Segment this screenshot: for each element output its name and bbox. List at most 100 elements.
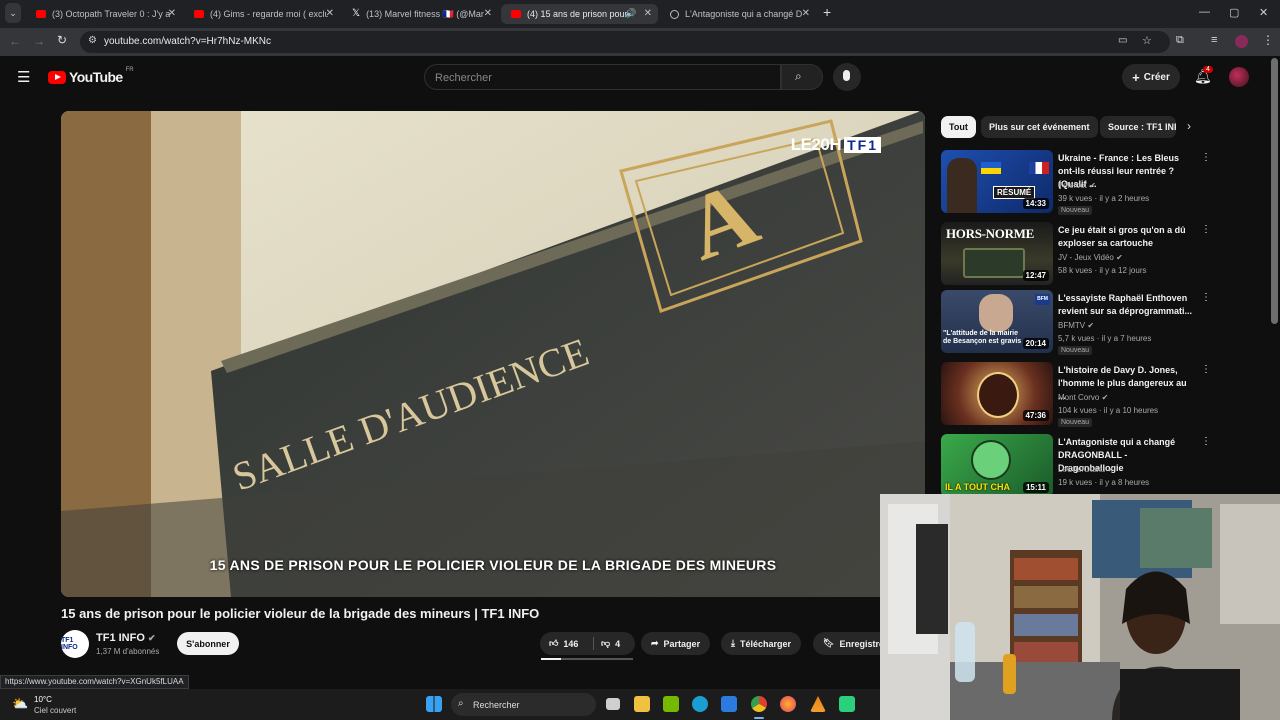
page-scrollbar[interactable] <box>1271 58 1278 324</box>
new-tab-plus-icon[interactable]: + <box>823 4 831 20</box>
download-button[interactable]: ⤓ Télécharger <box>721 632 802 655</box>
reload-icon[interactable]: ↻ <box>57 33 67 47</box>
tab-list-chevron-icon[interactable]: ⌄ <box>5 3 21 23</box>
voice-search-button[interactable] <box>833 63 861 91</box>
address-bar[interactable]: ⚙ youtube.com/watch?v=Hr7hNz-MKNc ▭ ☆ <box>80 31 1170 53</box>
subscribe-label: S'abonner <box>186 638 230 649</box>
youtube-favicon-icon <box>36 10 46 18</box>
chips-next-chevron-icon[interactable]: › <box>1187 119 1191 133</box>
video-player[interactable]: SALLE D'AUDIENCE A LE20H TF1 15 ANS DE P… <box>61 111 925 597</box>
recommendation-channel[interactable]: Mont Corvo ✔ <box>1058 393 1108 402</box>
recommendation-channel[interactable]: BFMTV ✔ <box>1058 321 1094 330</box>
recommendation-item[interactable]: IL A TOUT CHA 15:11 L'Antagoniste qui a … <box>941 434 1211 498</box>
dislike-button[interactable]: 👎︎ 4 <box>595 632 635 655</box>
cast-icon[interactable]: ▭ <box>1118 35 1127 46</box>
recommendation-channel[interactable]: Téléfoot ✔ <box>1058 181 1096 190</box>
subscribe-button[interactable]: S'abonner <box>177 632 239 655</box>
taskbar-search[interactable]: ⌕ Rechercher <box>451 693 596 716</box>
search-button[interactable]: ⌕ <box>781 64 823 90</box>
youtube-logo[interactable]: YouTube FR <box>48 67 134 85</box>
chip-source[interactable]: Source : TF1 INFO <box>1100 116 1176 138</box>
search-input[interactable]: Rechercher <box>424 64 781 90</box>
bookmark-star-icon[interactable]: ☆ <box>1142 34 1152 47</box>
chrome-icon[interactable] <box>751 696 767 712</box>
recommendation-channel[interactable]: LeChefOtaku ✔ <box>1058 465 1114 474</box>
edge-icon[interactable] <box>692 696 708 712</box>
account-avatar[interactable] <box>1229 67 1249 87</box>
close-tab-icon[interactable]: ✕ <box>484 8 492 19</box>
file-explorer-icon[interactable] <box>634 696 650 712</box>
forward-arrow-icon[interactable]: → <box>33 34 45 48</box>
create-button[interactable]: + Créer <box>1122 64 1180 90</box>
channel-avatar-text: TF1 INFO <box>61 637 78 651</box>
windows-start-icon[interactable] <box>426 696 442 712</box>
store-icon[interactable] <box>721 696 737 712</box>
more-options-icon[interactable]: ⋮ <box>1201 292 1211 303</box>
more-options-icon[interactable]: ⋮ <box>1201 224 1211 235</box>
browser-tab-3[interactable]: 𝕏 (13) Marvel fitness 🇫🇷 (@Marvel ✕ <box>342 4 498 24</box>
close-window-icon[interactable]: ✕ <box>1259 6 1268 19</box>
nvidia-icon[interactable] <box>663 696 679 712</box>
recommendation-title[interactable]: L'essayiste Raphaël Enthoven revient sur… <box>1058 292 1193 318</box>
video-thumbnail[interactable]: BFM "L'attitude de la mairie de Besançon… <box>941 290 1053 353</box>
close-tab-icon[interactable]: ✕ <box>326 8 334 19</box>
firefox-icon[interactable] <box>780 696 796 712</box>
link-hover-status: https://www.youtube.com/watch?v=XGnUk5fL… <box>0 675 189 689</box>
browser-tab-1[interactable]: (3) Octopath Traveler 0 : J'y ai Jo ✕ <box>26 4 182 24</box>
back-arrow-icon[interactable]: ← <box>9 34 21 48</box>
video-thumbnail[interactable]: RÉSUMÉ 14:33 <box>941 150 1053 213</box>
site-info-icon[interactable]: ⚙ <box>88 35 97 46</box>
like-button[interactable]: 👍︎ 146 <box>540 632 592 655</box>
recommendation-item[interactable]: BFM "L'attitude de la mairie de Besançon… <box>941 290 1211 355</box>
video-thumbnail[interactable]: 47:36 <box>941 362 1053 425</box>
browser-menu-icon[interactable]: ⋮ <box>1262 33 1274 47</box>
channel-name[interactable]: TF1 INFO ✔ <box>96 632 156 644</box>
profile-avatar[interactable] <box>1235 35 1248 48</box>
verified-check-icon: ✔ <box>1116 253 1123 262</box>
speaker-icon[interactable]: 🔊 <box>625 8 636 19</box>
channel-text: BFMTV <box>1058 321 1086 330</box>
search-icon: ⌕ <box>795 69 802 83</box>
extensions-icon[interactable]: ⧉ <box>1176 34 1184 47</box>
discord-game-icon[interactable] <box>839 696 855 712</box>
minimize-window-icon[interactable]: — <box>1199 6 1210 18</box>
vlc-icon[interactable] <box>810 696 826 712</box>
video-caption: 15 ANS DE PRISON POUR LE POLICIER VIOLEU… <box>209 557 777 573</box>
close-tab-icon[interactable]: ✕ <box>168 8 176 19</box>
download-arrow-icon: ⤓ <box>731 638 735 648</box>
more-options-icon[interactable]: ⋮ <box>1201 152 1211 163</box>
search-placeholder: Rechercher <box>435 72 492 84</box>
share-button[interactable]: ➦ Partager <box>641 632 711 655</box>
channel-text: Téléfoot <box>1058 181 1087 190</box>
chip-label: Plus sur cet événement <box>989 122 1090 132</box>
save-label: Enregistrer <box>839 638 880 649</box>
close-tab-icon[interactable]: ✕ <box>644 8 652 19</box>
recommendation-item[interactable]: HORS-NORME 12:47 Ce jeu était si gros qu… <box>941 222 1211 286</box>
youtube-favicon-icon <box>511 10 521 18</box>
youtube-favicon-icon <box>194 10 204 18</box>
recommendation-item[interactable]: RÉSUMÉ 14:33 Ukraine - France : Les Bleu… <box>941 150 1211 215</box>
browser-tab-5[interactable]: L'Antagoniste qui a changé DR ✕ <box>660 4 816 24</box>
maximize-window-icon[interactable]: ▢ <box>1229 6 1239 19</box>
channel-avatar[interactable]: TF1 INFO <box>61 630 89 658</box>
hamburger-menu-icon[interactable]: ☰ <box>17 68 30 86</box>
save-button[interactable]: 🔖︎ Enregistrer <box>813 632 880 655</box>
close-tab-icon[interactable]: ✕ <box>802 8 810 19</box>
more-options-icon[interactable]: ⋮ <box>1201 436 1211 447</box>
recommendation-title[interactable]: Ce jeu était si gros qu'on a dû exploser… <box>1058 224 1193 250</box>
channel-text: Mont Corvo <box>1058 393 1100 402</box>
recommendation-item[interactable]: 47:36 L'histoire de Davy D. Jones, l'hom… <box>941 362 1211 427</box>
weather-desc: Ciel couvert <box>34 706 77 715</box>
video-thumbnail[interactable]: IL A TOUT CHA 15:11 <box>941 434 1053 497</box>
weather-widget[interactable]: ⛅ 10°C Ciel couvert <box>10 693 110 717</box>
browser-tab-2[interactable]: (4) Gims - regarde moi ( exclu) ✕ <box>184 4 340 24</box>
browser-tab-4-active[interactable]: (4) 15 ans de prison pour le 🔊 ✕ <box>501 4 658 24</box>
more-options-icon[interactable]: ⋮ <box>1201 364 1211 375</box>
chip-all[interactable]: Tout <box>941 116 976 138</box>
video-thumbnail[interactable]: HORS-NORME 12:47 <box>941 222 1053 285</box>
reading-list-icon[interactable]: ≡ <box>1211 34 1217 46</box>
chip-more-on-event[interactable]: Plus sur cet événement <box>981 116 1098 138</box>
taskbar-search-label: Rechercher <box>473 699 520 710</box>
task-view-icon[interactable] <box>606 698 620 710</box>
recommendation-channel[interactable]: JV - Jeux Vidéo ✔ <box>1058 253 1123 262</box>
